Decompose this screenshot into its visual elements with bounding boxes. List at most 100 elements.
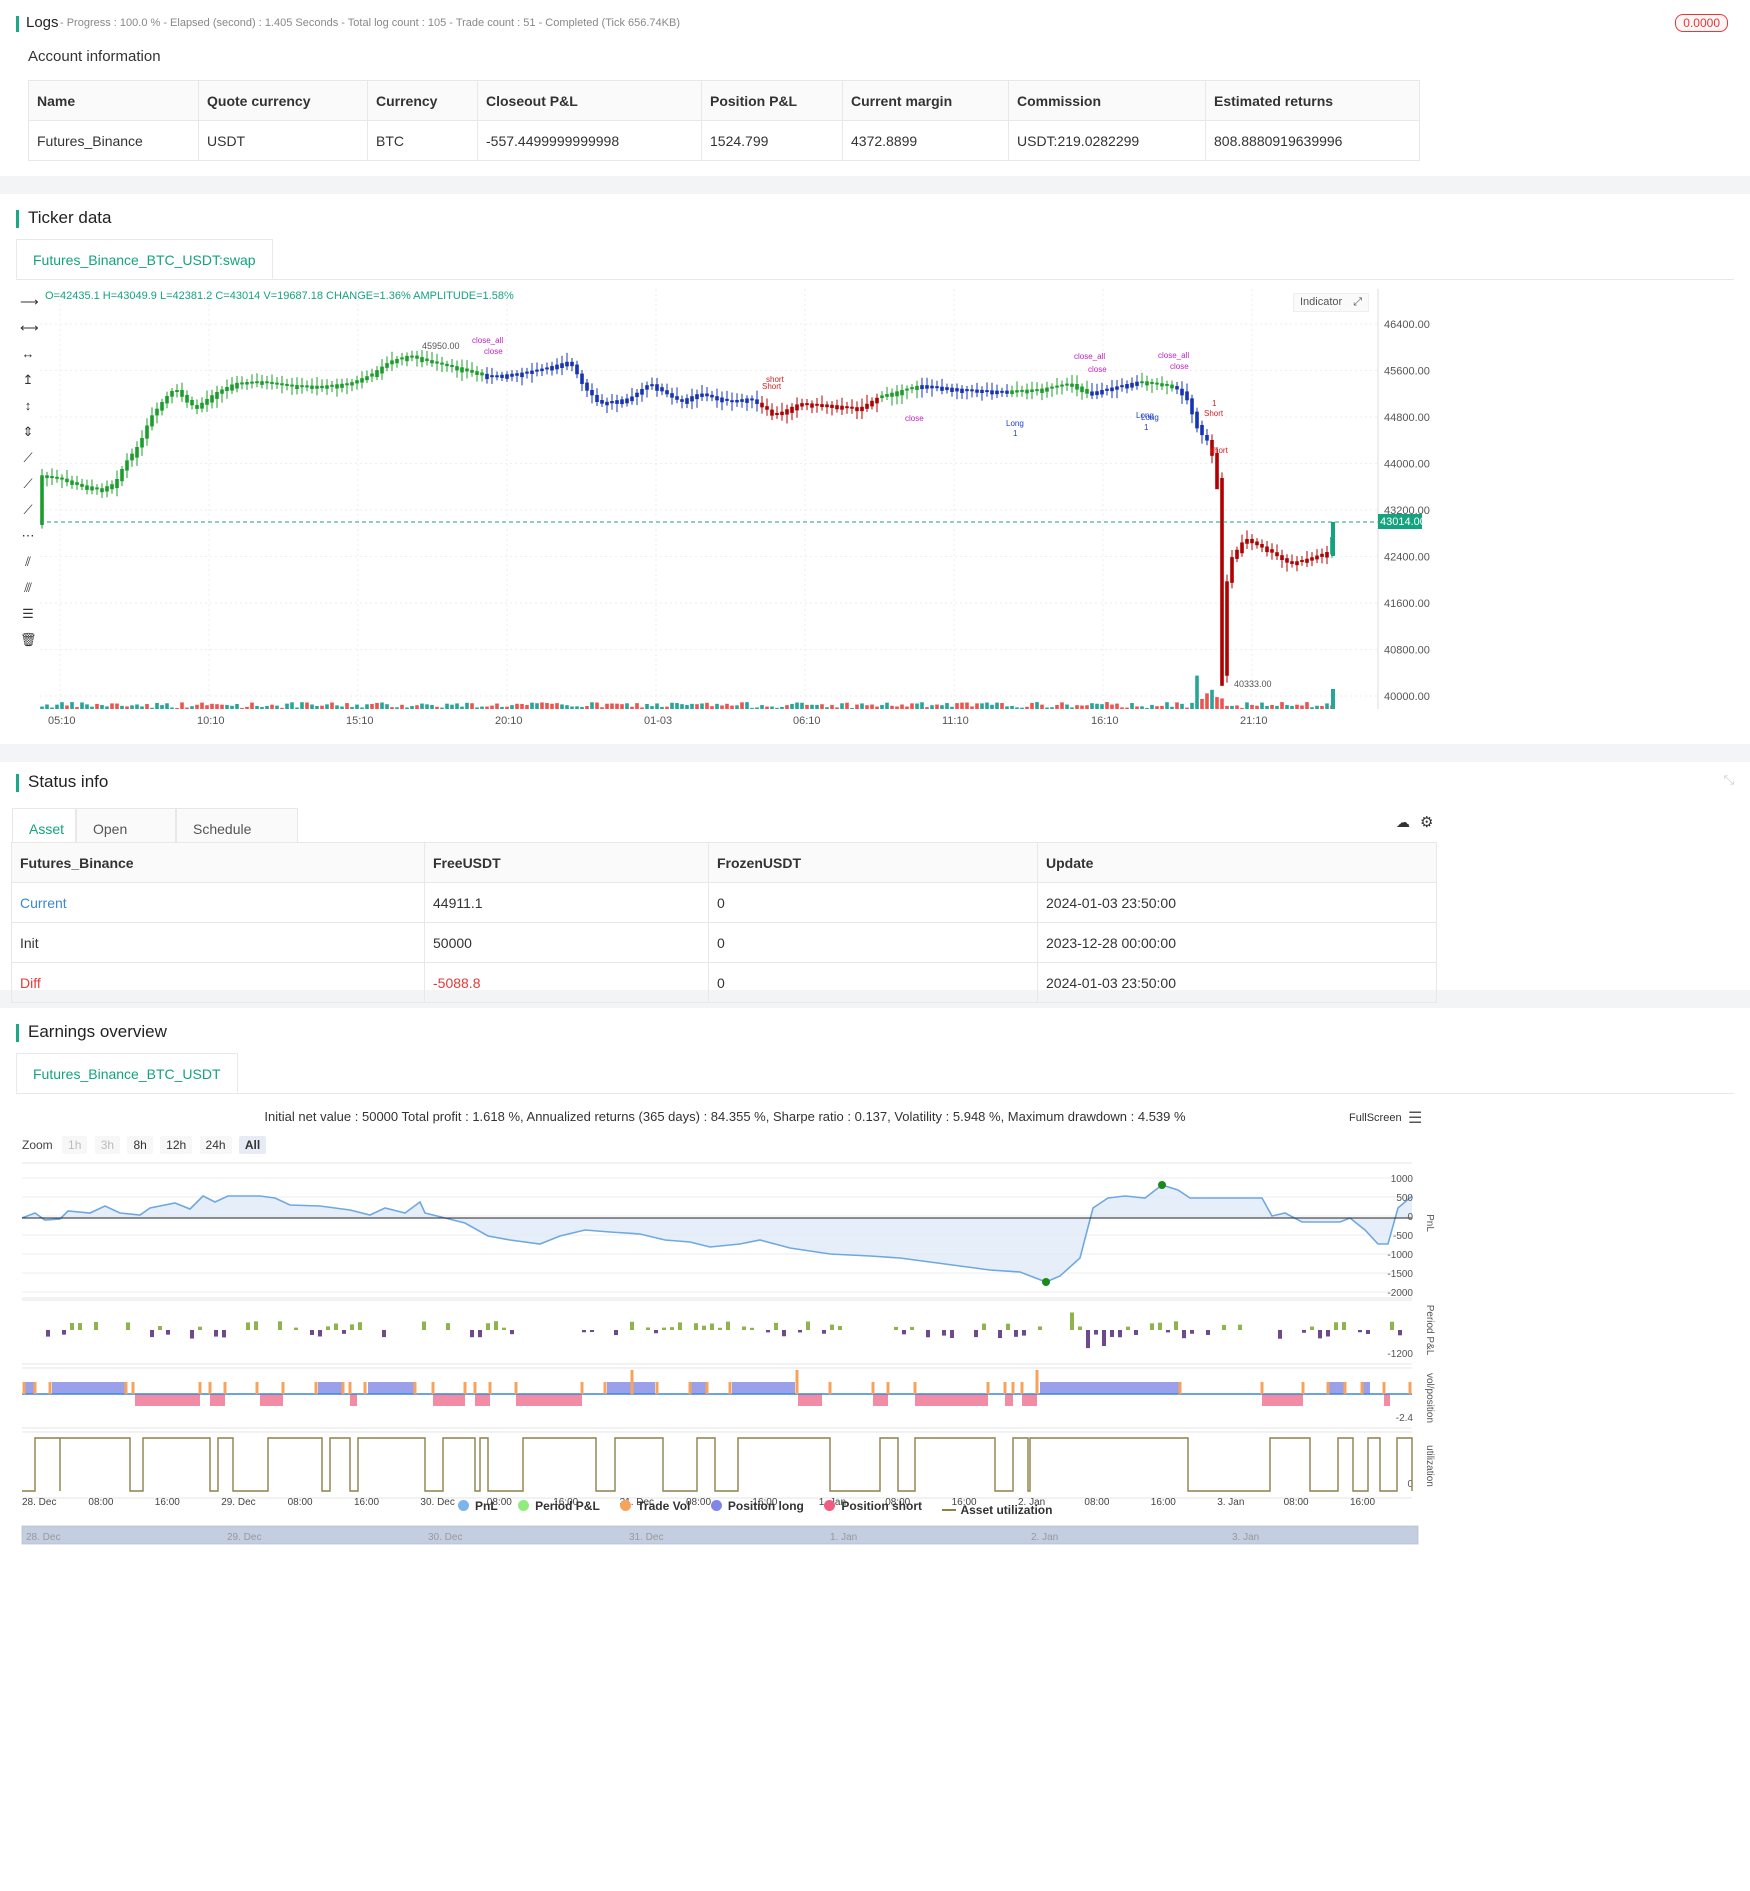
candle-body <box>185 395 189 403</box>
volume-bar <box>175 707 179 709</box>
period-pnl-bar <box>910 1326 914 1330</box>
volume-bar <box>55 704 59 709</box>
volume-bar <box>935 704 939 709</box>
candle-body <box>125 460 129 471</box>
price-tick-label: 40000.00 <box>1384 691 1430 703</box>
candle-body <box>1005 390 1009 394</box>
candle-body <box>865 403 869 409</box>
candle-body <box>560 363 564 368</box>
cell: 0 <box>708 962 1038 1003</box>
period-pnl-bar <box>254 1321 258 1330</box>
trade-vol-bar <box>1301 1382 1305 1394</box>
volume-bar <box>730 705 734 709</box>
volume-bar <box>655 703 659 709</box>
time-axis-label: 08:00 <box>88 1497 113 1508</box>
candle-body <box>705 393 709 397</box>
volume-bar <box>670 702 674 709</box>
legend-period-pnl[interactable]: Period P&L <box>518 1499 600 1513</box>
volume-bar <box>685 704 689 709</box>
candle-body <box>685 398 689 404</box>
volume-bar <box>835 707 839 709</box>
period-pnl-bar <box>782 1330 786 1337</box>
volume-bar <box>110 703 114 709</box>
candle-body <box>1215 453 1219 490</box>
legend-asset-utilization[interactable]: Asset utilization <box>942 1503 1052 1517</box>
candle-body <box>120 469 124 482</box>
period-pnl-bar <box>1302 1330 1306 1333</box>
period-pnl-bar <box>190 1330 194 1339</box>
period-pnl-bar <box>654 1330 658 1334</box>
volume-bar <box>605 703 609 709</box>
earnings-chart[interactable]: 1000 500 0 -500 -1000 -1500 -2000 PnL Period P&L… <box>0 1008 1750 1891</box>
candle-body <box>1135 381 1139 386</box>
candle-body <box>620 399 624 405</box>
time-axis-label: 08:00 <box>288 1497 313 1508</box>
legend-trade-vol[interactable]: Trade Vol <box>620 1499 690 1513</box>
volume-bar <box>505 706 509 709</box>
candle-body <box>975 389 979 393</box>
volume-bar <box>1120 707 1124 709</box>
candle-body <box>495 375 499 378</box>
candle-body <box>1095 391 1099 396</box>
position-long-bar <box>368 1382 415 1394</box>
volume-bar <box>1200 698 1204 709</box>
candle-body <box>1320 553 1324 557</box>
candle-body <box>715 396 719 401</box>
candle-body <box>385 363 389 368</box>
volume-bar <box>1180 703 1184 709</box>
trade-vol-bar <box>514 1382 518 1394</box>
candle-body <box>830 404 834 408</box>
volume-bar <box>970 706 974 709</box>
candle-body <box>750 398 754 401</box>
candle-body <box>175 390 179 392</box>
candle-body <box>1055 385 1059 388</box>
candle-body <box>1230 557 1234 583</box>
volume-bar <box>415 705 419 709</box>
legend-dot-icon <box>518 1500 530 1511</box>
volume-bar <box>960 702 964 709</box>
candle-body <box>100 488 104 493</box>
volume-bar <box>100 705 104 709</box>
legend-dot-icon <box>710 1500 722 1511</box>
navigator-label: 1. Jan <box>830 1532 857 1543</box>
candle-body <box>785 409 789 415</box>
collapse-icon[interactable]: ⤡ <box>1724 772 1734 788</box>
legend-pnl[interactable]: PnL <box>458 1499 498 1513</box>
position-short-bar <box>260 1394 283 1406</box>
candle-body <box>105 486 109 492</box>
volume-bar <box>940 705 944 709</box>
period-pnl-bar <box>294 1327 298 1330</box>
candle-body <box>315 385 319 389</box>
candlestick-chart[interactable]: 46400.0045600.0044800.0044000.0043200.00… <box>0 194 1750 744</box>
volume-bar <box>920 702 924 709</box>
candle-body <box>730 400 734 403</box>
candle-body <box>1145 381 1149 386</box>
period-pnl-bar <box>94 1321 98 1330</box>
volume-bar <box>535 703 539 709</box>
candle-body <box>1295 561 1299 566</box>
volume-bar <box>95 703 99 709</box>
candle-body <box>140 438 144 448</box>
cell: BTC <box>367 120 478 161</box>
settings-gear-icon[interactable]: ⚙ <box>1420 813 1433 831</box>
candle-body <box>1025 389 1029 394</box>
logs-badge[interactable]: 0.0000 <box>1675 14 1728 32</box>
period-pnl-bar <box>150 1330 154 1338</box>
candle-body <box>70 480 74 485</box>
volume-bar <box>195 704 199 709</box>
period-pnl-bar <box>838 1326 842 1330</box>
volume-bar <box>1220 698 1224 709</box>
legend-position-short[interactable]: Position short <box>824 1499 922 1513</box>
position-short-bar <box>433 1394 465 1406</box>
trade-vol-bar <box>1360 1382 1364 1394</box>
period-pnl-bar <box>646 1327 650 1330</box>
candle-body <box>305 385 309 388</box>
legend-position-long[interactable]: Position long <box>710 1499 804 1513</box>
candle-body <box>535 369 539 372</box>
time-tick-label: 06:10 <box>793 715 821 727</box>
volume-bar <box>475 707 479 709</box>
cloud-upload-icon[interactable]: ☁ <box>1396 814 1410 831</box>
cell: 4372.8899 <box>842 120 1009 161</box>
volume-bar <box>90 706 94 709</box>
candle-body <box>845 406 849 409</box>
